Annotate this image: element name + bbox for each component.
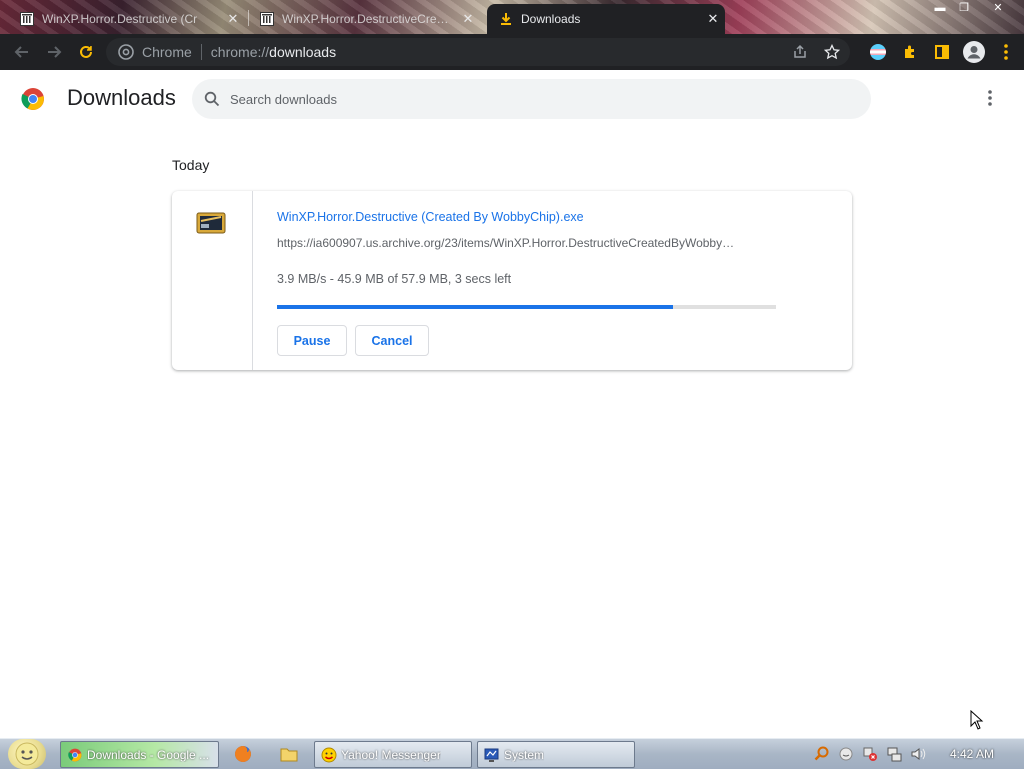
reload-icon[interactable] <box>70 36 102 68</box>
source-url: https://ia600907.us.archive.org/23/items… <box>277 236 735 250</box>
yahoo-smiley-icon <box>321 747 337 763</box>
pause-button[interactable]: Pause <box>277 325 347 356</box>
omnibox[interactable]: Chrome chrome://downloads <box>106 38 850 66</box>
network-icon[interactable] <box>884 744 904 764</box>
chrome-logo-icon <box>67 747 83 763</box>
omnibox-scheme: chrome:// <box>210 44 270 60</box>
back-icon[interactable] <box>6 36 38 68</box>
file-name-link[interactable]: WinXP.Horror.Destructive (Created By Wob… <box>277 210 584 224</box>
close-window-icon[interactable]: ✕ <box>986 0 1010 18</box>
exe-file-icon <box>196 209 226 237</box>
download-status: 3.9 MB/s - 45.9 MB of 57.9 MB, 3 secs le… <box>277 272 512 286</box>
start-button[interactable] <box>8 739 46 769</box>
taskbar: Downloads - Google ... Yahoo! Messenger … <box>0 738 1024 769</box>
side-panel-icon[interactable] <box>926 44 958 60</box>
more-actions-icon[interactable] <box>978 86 1002 110</box>
omnibox-path: downloads <box>269 44 337 60</box>
volume-icon[interactable] <box>908 744 928 764</box>
mouse-cursor-icon <box>970 709 984 730</box>
chrome-site-icon <box>118 44 134 60</box>
tab-downloads[interactable]: Downloads ✕ <box>487 4 725 34</box>
download-item-card: WinXP.Horror.Destructive (Created By Wob… <box>172 191 852 370</box>
omnibox-site-label: Chrome <box>142 44 192 60</box>
tab-title: WinXP.Horror.Destructive (Cr <box>42 12 198 26</box>
minimize-icon[interactable]: ▬ <box>928 0 952 18</box>
profile-avatar-icon[interactable] <box>958 41 990 63</box>
search-input[interactable] <box>228 90 832 108</box>
toolbar-actions <box>862 36 1022 68</box>
share-icon[interactable] <box>792 44 808 60</box>
firefox-icon[interactable] <box>233 744 253 764</box>
taskbar-clock: 4:42 AM <box>950 747 995 761</box>
task-system[interactable]: System <box>477 741 635 768</box>
progress-bar <box>277 305 776 309</box>
extensions-icon[interactable] <box>894 44 926 60</box>
page-title: Downloads <box>67 85 176 110</box>
restore-icon[interactable]: ❐ <box>952 0 976 18</box>
close-icon[interactable]: ✕ <box>460 11 476 27</box>
security-alert-icon[interactable] <box>860 744 880 764</box>
search-box <box>192 79 871 119</box>
task-label: System <box>504 747 545 762</box>
task-chrome-downloads[interactable]: Downloads - Google ... <box>60 741 219 768</box>
tab-archive-2[interactable]: WinXP.Horror.DestructiveCreate ✕ <box>240 4 480 34</box>
bookmark-star-icon[interactable] <box>824 44 840 60</box>
chrome-logo-icon <box>21 87 45 111</box>
profile-flag-icon[interactable] <box>862 43 894 61</box>
task-label: Downloads - Google ... <box>87 747 210 762</box>
close-icon[interactable]: ✕ <box>705 11 721 27</box>
tab-strip: WinXP.Horror.Destructive (Cr ✕ WinXP.Hor… <box>0 0 1024 34</box>
omnibox-divider <box>200 44 202 60</box>
task-label: Yahoo! Messenger <box>341 747 441 762</box>
system-monitor-icon <box>484 747 500 763</box>
archive-icon <box>260 12 274 26</box>
search-icon[interactable] <box>204 91 220 107</box>
download-icon <box>499 12 513 26</box>
file-icon-column <box>172 191 253 370</box>
tab-archive-1[interactable]: WinXP.Horror.Destructive (Cr ✕ <box>0 4 245 34</box>
folder-icon[interactable] <box>279 744 299 764</box>
tab-title: Downloads <box>521 12 581 26</box>
messenger-tray-icon[interactable] <box>836 744 856 764</box>
date-section-header: Today <box>172 157 210 173</box>
archive-icon <box>20 12 34 26</box>
search-tray-icon[interactable] <box>812 744 832 764</box>
tab-title: WinXP.Horror.DestructiveCreate <box>282 12 452 26</box>
downloads-header: Downloads <box>0 70 1024 128</box>
close-icon[interactable]: ✕ <box>225 11 241 27</box>
chrome-menu-icon[interactable] <box>990 44 1022 60</box>
cancel-button[interactable]: Cancel <box>355 325 429 356</box>
browser-toolbar: Chrome chrome://downloads <box>0 34 1024 70</box>
progress-bar-fill <box>277 305 673 309</box>
task-yahoo-messenger[interactable]: Yahoo! Messenger <box>314 741 472 768</box>
forward-icon[interactable] <box>38 36 70 68</box>
